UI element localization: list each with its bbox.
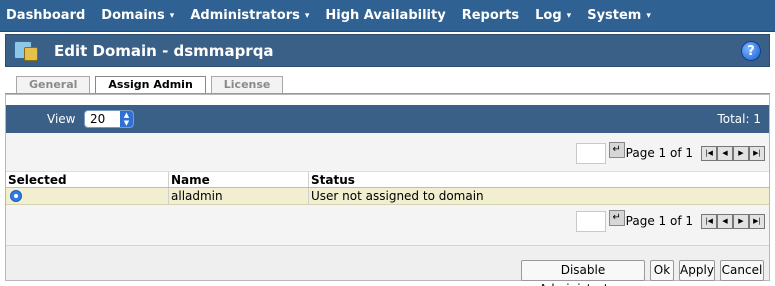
column-header-selected: Selected [6,172,169,187]
status-cell: User not assigned to domain [311,189,484,203]
tab-bar: General Assign Admin License [16,76,288,94]
chevron-down-icon: ▾ [304,10,310,21]
table-row[interactable]: alladmin User not assigned to domain [6,188,769,205]
next-page-button[interactable]: ▶ [733,213,749,229]
title-bar: Edit Domain - dsmmaprqa ? [5,34,770,67]
ok-button[interactable]: Ok [650,260,674,281]
disable-administrators-button[interactable]: Disable Administrators [521,260,645,286]
tab-assign-admin[interactable]: Assign Admin [95,76,206,94]
domain-icon-front [24,46,38,61]
nav-system[interactable]: System ▾ [579,0,659,32]
top-pager-area: ↵ Page 1 of 1 |◀ ◀ ▶ ▶| [6,133,769,171]
page-number-input[interactable] [575,210,606,232]
help-icon[interactable]: ? [741,41,761,61]
nav-reports[interactable]: Reports [454,0,527,32]
last-page-button[interactable]: ▶| [749,213,765,229]
nav-dashboard[interactable]: Dashboard [0,0,93,32]
view-bar: View 20 ▲ ▼ Total: 1 [6,105,769,133]
nav-system-label: System [587,8,642,23]
page-indicator: Page 1 of 1 [625,146,693,160]
apply-button[interactable]: Apply [679,260,715,281]
column-header-status: Status [311,173,355,187]
first-page-button[interactable]: |◀ [701,213,717,229]
prev-page-button[interactable]: ◀ [717,145,733,161]
view-count-value: 20 [90,112,106,126]
chevron-down-icon: ▾ [169,10,175,21]
domain-icon [14,39,42,63]
nav-reports-label: Reports [461,8,520,23]
go-page-button[interactable]: ↵ [608,210,625,226]
cancel-button[interactable]: Cancel [720,260,764,281]
view-label: View [47,112,76,126]
prev-page-button[interactable]: ◀ [717,213,733,229]
page-number-input[interactable] [575,142,606,164]
chevron-down-icon: ▾ [566,10,572,21]
action-bar: Disable Administrators Ok Apply Cancel [6,245,769,286]
selected-cell [6,188,169,204]
tab-general[interactable]: General [16,76,91,94]
nav-log-label: Log [535,8,562,23]
admin-table: Selected Name Status alladmin User not a… [6,171,769,205]
page-indicator: Page 1 of 1 [625,214,693,228]
nav-domains-label: Domains [101,8,165,23]
nav-dashboard-label: Dashboard [6,8,86,23]
total-count: Total: 1 [717,112,761,126]
pager-top: ↵ Page 1 of 1 |◀ ◀ ▶ ▶| [575,142,765,164]
column-header-name: Name [169,172,309,187]
pager-bottom: ↵ Page 1 of 1 |◀ ◀ ▶ ▶| [575,210,765,232]
table-header: Selected Name Status [6,171,769,188]
next-page-button[interactable]: ▶ [733,145,749,161]
nav-administrators[interactable]: Administrators ▾ [182,0,317,32]
top-nav: Dashboard Domains ▾ Administrators ▾ High … [0,0,775,32]
nav-high-availability[interactable]: High Availability [317,0,453,32]
chevron-down-icon: ▾ [646,10,651,21]
view-count-select[interactable]: 20 ▲ ▼ [84,110,134,128]
name-cell: alladmin [169,188,309,204]
nav-domains[interactable]: Domains ▾ [93,0,182,32]
last-page-button[interactable]: ▶| [749,145,765,161]
row-select-radio[interactable] [10,190,22,202]
bottom-pager-area: ↵ Page 1 of 1 |◀ ◀ ▶ ▶| [6,205,769,245]
nav-log[interactable]: Log ▾ [527,0,579,32]
first-page-button[interactable]: |◀ [701,145,717,161]
go-page-button[interactable]: ↵ [608,142,625,158]
tab-license[interactable]: License [210,76,284,94]
select-spinner-icon: ▲ ▼ [120,111,133,127]
content-panel: View 20 ▲ ▼ Total: 1 ↵ Page 1 of 1 |◀ ◀ ▶… [5,94,770,286]
nav-administrators-label: Administrators [190,8,300,23]
page-title: Edit Domain - dsmmaprqa [54,41,274,60]
panel-spacer [6,95,769,105]
nav-high-availability-label: High Availability [325,8,446,23]
